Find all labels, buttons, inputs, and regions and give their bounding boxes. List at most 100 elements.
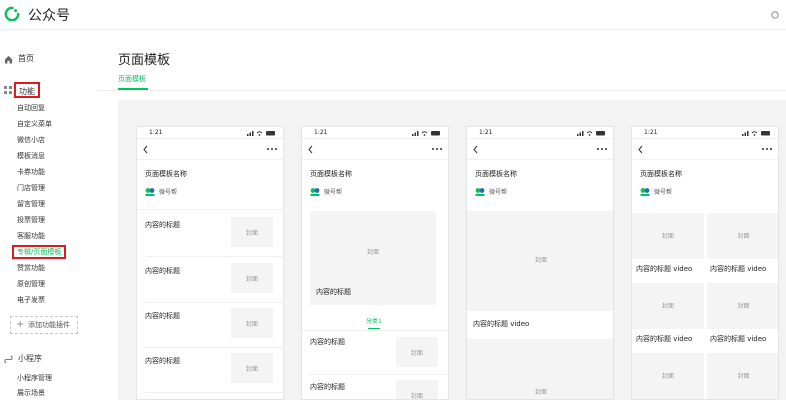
- settings-icon[interactable]: [770, 10, 780, 20]
- add-plugin-label: 添加功能插件: [28, 321, 70, 329]
- sidebar-item-custom-menu[interactable]: 自定义菜单: [17, 117, 52, 131]
- sidebar-item-card-coupon[interactable]: 卡券功能: [17, 165, 45, 179]
- grid-cover-placeholder: 封面: [707, 213, 778, 259]
- video-cover-placeholder: 封面: [467, 339, 613, 399]
- cover-placeholder: 封面: [231, 263, 273, 293]
- template-card-category[interactable]: 1:21 页面模板名称 微号帮 封面 内容的标题 分类1 内容的标题 封面 内容…: [301, 126, 449, 400]
- brand-logo-icon: [310, 188, 320, 196]
- sidebar-item-customer-service[interactable]: 客服功能: [17, 229, 45, 243]
- grid-icon: [4, 86, 12, 94]
- cover-placeholder: 封面: [396, 380, 438, 400]
- home-icon: [4, 55, 13, 64]
- grid-cover-placeholder: 封面: [707, 283, 778, 329]
- sidebar-item-album-page-template[interactable]: 专辑/页面模板: [12, 245, 67, 259]
- phone-nav-bar: [137, 140, 283, 160]
- sidebar-item-display-scene[interactable]: 展示场景: [17, 388, 45, 398]
- phone-status-bar: 1:21: [632, 127, 778, 139]
- brand-logo-icon: [640, 188, 650, 196]
- sidebar-item-reward[interactable]: 赞赏功能: [17, 261, 45, 275]
- sidebar-item-mini-program[interactable]: 小程序: [4, 353, 94, 367]
- sidebar-item-comment-management[interactable]: 留言管理: [17, 197, 45, 211]
- cover-label: 封面: [737, 373, 750, 380]
- cover-placeholder: 封面: [396, 337, 438, 367]
- divider: [302, 330, 448, 331]
- divider: [145, 392, 283, 393]
- sidebar: 首页 功能 自动回复 自定义菜单 微信小店 模板消息 卡券功能 门店管理 留言管…: [0, 31, 98, 400]
- hero-title: 内容的标题: [316, 288, 351, 296]
- back-icon: [308, 145, 313, 154]
- more-icon: [267, 148, 277, 150]
- back-icon: [638, 145, 643, 154]
- plus-icon: +: [16, 319, 25, 330]
- sidebar-item-mini-program-management[interactable]: 小程序管理: [17, 373, 52, 383]
- signal-wifi-battery-icon: [577, 131, 605, 136]
- video-title: 内容的标题 video: [473, 320, 530, 328]
- brand-logo-icon: [145, 188, 155, 196]
- cover-placeholder: 封面: [231, 353, 273, 383]
- status-time: 1:21: [149, 129, 163, 136]
- app-title: 公众号: [28, 8, 70, 24]
- sidebar-item-wechat-store[interactable]: 微信小店: [17, 133, 45, 147]
- sidebar-item-e-invoice[interactable]: 电子发票: [17, 293, 45, 307]
- grid-item-title: 内容的标题 video: [710, 265, 767, 273]
- signal-wifi-battery-icon: [247, 131, 275, 136]
- divider: [137, 209, 283, 210]
- cover-placeholder: 封面: [231, 217, 273, 247]
- grid-cover-placeholder: 封面: [632, 213, 704, 259]
- cover-placeholder: 封面: [231, 308, 273, 338]
- brand-name: 微号帮: [654, 189, 673, 196]
- brand-name: 微号帮: [489, 189, 508, 196]
- template-name: 页面模板名称: [640, 170, 682, 178]
- cover-label: 封面: [534, 389, 547, 396]
- cover-label: 封面: [534, 257, 547, 264]
- phone-nav-bar: [302, 140, 448, 160]
- grid-item-title: 内容的标题 video: [636, 265, 693, 273]
- brand-name: 微号帮: [159, 189, 178, 196]
- video-cover-placeholder: 封面: [467, 211, 613, 311]
- signal-wifi-battery-icon: [742, 131, 770, 136]
- cover-label: 封面: [410, 350, 423, 357]
- template-card-video[interactable]: 1:21 页面模板名称 微号帮 封面 内容的标题 video 封面: [466, 126, 614, 400]
- template-card-grid[interactable]: 1:21 页面模板名称 微号帮 封面 封面 内容的标题 video 内容的标题 …: [631, 126, 779, 400]
- sidebar-item-original-management[interactable]: 原创管理: [17, 277, 45, 291]
- tab-page-template[interactable]: 页面模板: [118, 74, 146, 84]
- list-item-title: 内容的标题: [310, 338, 345, 346]
- category-tab-indicator: [368, 328, 380, 329]
- divider: [145, 302, 283, 303]
- grid-cover-placeholder: 封面: [632, 353, 704, 399]
- status-time: 1:21: [314, 129, 328, 136]
- sidebar-item-features[interactable]: 功能: [2, 82, 92, 98]
- cover-label: 封面: [410, 393, 423, 400]
- list-item-title: 内容的标题: [145, 357, 180, 365]
- grid-cover-placeholder: 封面: [707, 353, 778, 399]
- grid-item-title: 内容的标题 video: [710, 335, 767, 343]
- template-card-list[interactable]: 1:21 页面模板名称 微号帮 内容的标题 封面 内容的标题 封面 内容的标题 …: [136, 126, 284, 400]
- list-item-title: 内容的标题: [145, 267, 180, 275]
- sidebar-item-vote-management[interactable]: 投票管理: [17, 213, 45, 227]
- phone-status-bar: 1:21: [137, 127, 283, 139]
- more-icon: [597, 148, 607, 150]
- sidebar-item-template-message[interactable]: 模板消息: [17, 149, 45, 163]
- wechat-official-accounts-logo-icon[interactable]: [4, 6, 20, 22]
- sidebar-item-label: 首页: [18, 54, 34, 63]
- sidebar-item-label: 功能: [14, 82, 40, 98]
- page-title: 页面模板: [118, 53, 171, 68]
- more-icon: [762, 148, 772, 150]
- list-item-title: 内容的标题: [145, 221, 180, 229]
- list-item-title: 内容的标题: [145, 312, 180, 320]
- template-name: 页面模板名称: [145, 170, 187, 178]
- sidebar-item-home[interactable]: 首页: [4, 53, 94, 67]
- sidebar-item-auto-reply[interactable]: 自动回复: [17, 101, 45, 115]
- template-name: 页面模板名称: [310, 170, 352, 178]
- signal-wifi-battery-icon: [412, 131, 440, 136]
- add-plugin-button[interactable]: + 添加功能插件: [10, 316, 78, 334]
- sidebar-item-store-management[interactable]: 门店管理: [17, 181, 45, 195]
- sidebar-item-label: 小程序: [18, 354, 42, 363]
- cover-label: 封面: [661, 233, 674, 240]
- status-time: 1:21: [644, 129, 658, 136]
- grid-item-title: 内容的标题 video: [636, 335, 693, 343]
- brand-name: 微号帮: [324, 189, 343, 196]
- category-tab[interactable]: 分类1: [366, 316, 382, 325]
- divider: [145, 347, 283, 348]
- cover-label: 封面: [737, 233, 750, 240]
